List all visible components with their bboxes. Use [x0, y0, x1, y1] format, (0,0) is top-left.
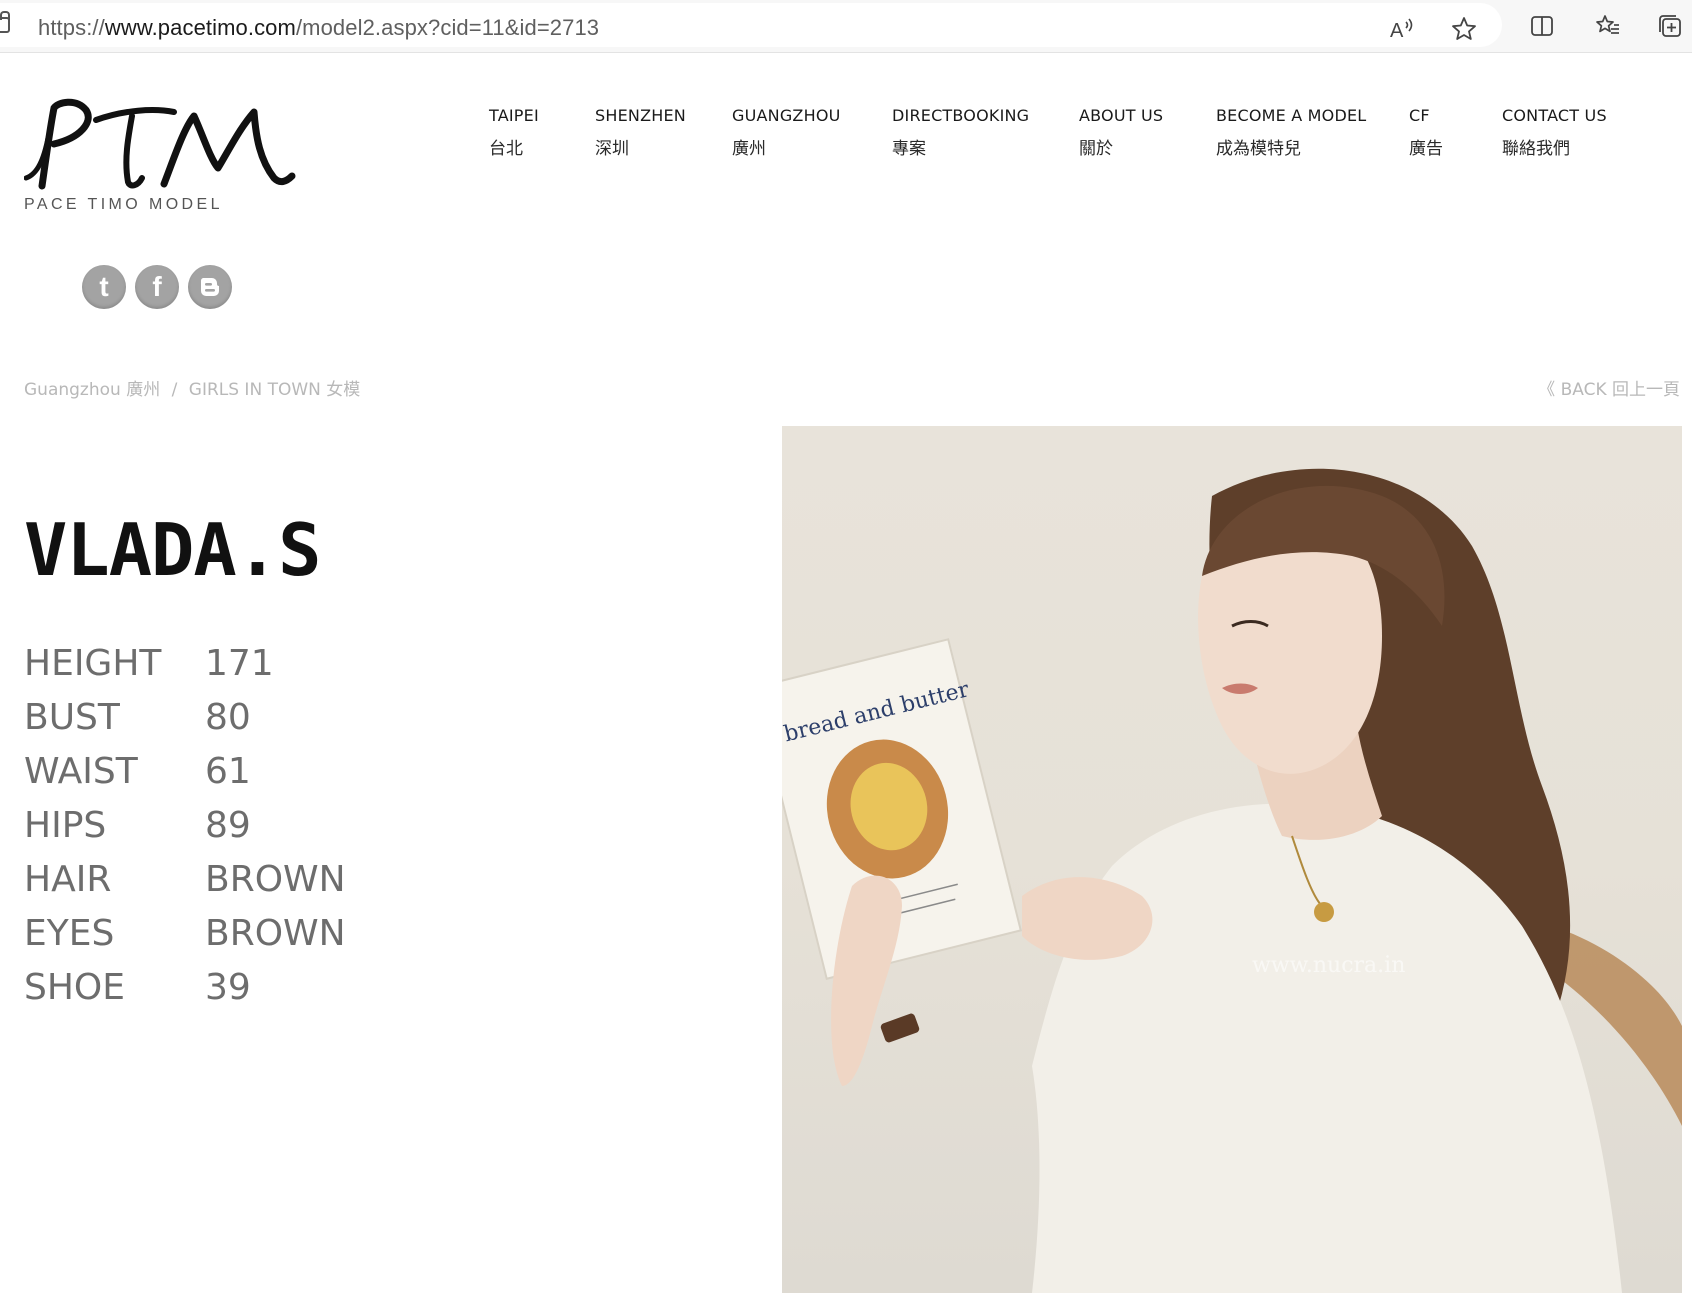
nav-label-zh: 關於 [1079, 139, 1113, 159]
nav-label-en: GUANGZHOU [732, 106, 841, 125]
browser-toolbar: https://www.pacetimo.com/model2.aspx?cid… [0, 0, 1692, 53]
nav-item-become-a-model[interactable]: BECOME A MODEL 成為模特兒 [1216, 106, 1366, 159]
stat-value: BROWN [205, 912, 346, 954]
nav-label-zh: 專案 [892, 139, 926, 159]
nav-label-en: CONTACT US [1502, 106, 1607, 125]
nav-label-en: ABOUT US [1079, 106, 1164, 125]
nav-label-zh: 廣告 [1409, 139, 1443, 159]
back-link[interactable]: 《 BACK 回上一頁 [1538, 375, 1680, 400]
stat-value: 39 [205, 966, 251, 1008]
nav-label-en: TAIPEI [489, 106, 539, 125]
lock-icon[interactable] [0, 11, 10, 33]
nav-item-cf[interactable]: CF 廣告 [1409, 106, 1443, 159]
nav-label-en: BECOME A MODEL [1216, 106, 1367, 125]
blogger-icon[interactable] [188, 265, 232, 309]
stat-row-eyes: EYES BROWN [24, 906, 346, 960]
facebook-glyph: f [152, 271, 162, 302]
logo-subtitle: PACE TIMO MODEL [24, 196, 223, 213]
nav-label-zh: 成為模特兒 [1216, 139, 1301, 159]
site-logo[interactable]: PACE TIMO MODEL [24, 98, 296, 218]
stat-value: 61 [205, 750, 251, 792]
stat-label: HIPS [24, 804, 107, 846]
url-text[interactable]: https://www.pacetimo.com/model2.aspx?cid… [38, 15, 599, 41]
nav-label-en: CF [1409, 106, 1430, 125]
tumblr-glyph: t [99, 271, 109, 302]
stat-row-hips: HIPS 89 [24, 798, 346, 852]
stat-label: EYES [24, 912, 115, 954]
model-photo[interactable]: bread and butter www.nucra.in [782, 426, 1682, 1293]
favorites-icon[interactable] [1590, 8, 1626, 44]
stat-row-height: HEIGHT 171 [24, 636, 346, 690]
nav-item-directbooking[interactable]: DIRECTBOOKING 專案 [892, 106, 1029, 159]
blogger-glyph [200, 278, 219, 296]
stat-label: HAIR [24, 858, 112, 900]
stat-label: BUST [24, 696, 120, 738]
stat-row-bust: BUST 80 [24, 690, 346, 744]
nav-item-shenzhen[interactable]: SHENZHEN 深圳 [595, 106, 686, 159]
nav-label-en: SHENZHEN [595, 106, 686, 125]
svg-text:A: A [1390, 20, 1404, 42]
stat-value: BROWN [205, 858, 346, 900]
ptm-logo-mark [24, 98, 296, 190]
stat-value: 171 [205, 642, 274, 684]
read-aloud-icon[interactable]: A [1384, 11, 1420, 47]
breadcrumb-category[interactable]: GIRLS IN TOWN 女模 [189, 380, 361, 400]
photo-watermark: www.nucra.in [1252, 953, 1405, 978]
favorite-star-icon[interactable] [1446, 11, 1482, 47]
tumblr-icon[interactable]: t [82, 265, 126, 309]
stat-label: SHOE [24, 966, 126, 1008]
address-bar[interactable]: https://www.pacetimo.com/model2.aspx?cid… [0, 3, 1502, 47]
nav-label-zh: 台北 [489, 139, 523, 159]
collections-icon[interactable] [1652, 8, 1688, 44]
nav-item-taipei[interactable]: TAIPEI 台北 [489, 106, 539, 159]
nav-label-en: DIRECTBOOKING [892, 106, 1030, 125]
breadcrumb: Guangzhou 廣州 / GIRLS IN TOWN 女模 [24, 375, 360, 400]
split-screen-icon[interactable] [1524, 8, 1560, 44]
nav-label-zh: 廣州 [732, 139, 766, 159]
stat-label: WAIST [24, 750, 138, 792]
stat-row-waist: WAIST 61 [24, 744, 346, 798]
model-stats: HEIGHT 171 BUST 80 WAIST 61 HIPS 89 HAIR… [24, 636, 346, 1014]
nav-label-zh: 深圳 [595, 139, 629, 159]
stat-row-shoe: SHOE 39 [24, 960, 346, 1014]
nav-item-guangzhou[interactable]: GUANGZHOU 廣州 [732, 106, 841, 159]
model-name: VLADA.S [24, 508, 321, 592]
stat-label: HEIGHT [24, 642, 162, 684]
url-host: www.pacetimo.com [104, 15, 296, 40]
url-scheme: https:// [38, 15, 105, 40]
model-photo-illustration: bread and butter www.nucra.in [782, 468, 1682, 1293]
nav-item-contact-us[interactable]: CONTACT US 聯絡我們 [1502, 106, 1607, 159]
stat-value: 80 [205, 696, 251, 738]
breadcrumb-separator: / [171, 380, 178, 400]
nav-label-zh: 聯絡我們 [1502, 139, 1570, 159]
breadcrumb-city[interactable]: Guangzhou 廣州 [24, 380, 160, 400]
stat-row-hair: HAIR BROWN [24, 852, 346, 906]
stat-value: 89 [205, 804, 251, 846]
facebook-icon[interactable]: f [135, 265, 179, 309]
url-path: /model2.aspx?cid=11&id=2713 [295, 15, 600, 40]
nav-item-about-us[interactable]: ABOUT US 關於 [1079, 106, 1163, 159]
